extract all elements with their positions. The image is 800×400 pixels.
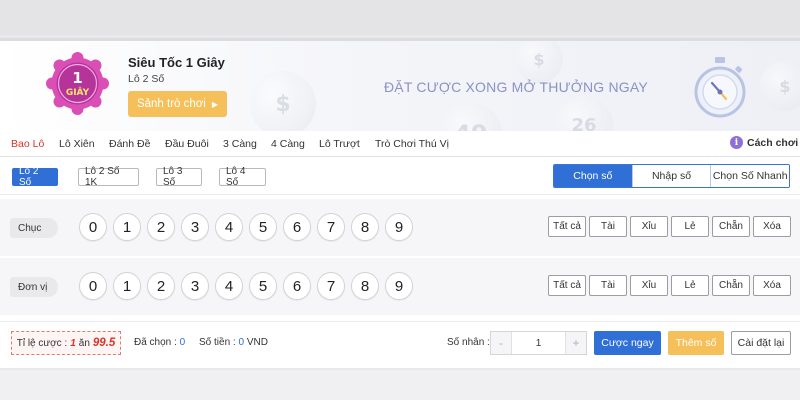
background-ball: 26 xyxy=(555,96,613,131)
top-strip xyxy=(0,0,800,35)
decrement-button[interactable]: - xyxy=(491,332,511,354)
add-number-button[interactable]: Thêm số xyxy=(668,331,724,355)
number-ball[interactable]: 0 xyxy=(79,213,107,241)
mode-chon-so[interactable]: Chọn số xyxy=(554,165,632,187)
number-row-units: Đơn vị 0 1 2 3 4 5 6 7 8 9 Tất cả Tài Xỉ… xyxy=(0,258,800,315)
number-ball[interactable]: 1 xyxy=(113,213,141,241)
tab-bao-lo[interactable]: Bao Lô xyxy=(11,138,44,150)
clear-button[interactable]: Xóa xyxy=(753,275,791,296)
number-ball[interactable]: 4 xyxy=(215,213,243,241)
number-ball[interactable]: 2 xyxy=(147,213,175,241)
bottom-strip xyxy=(0,370,800,400)
info-icon: i xyxy=(730,136,743,149)
select-small-button[interactable]: Xỉu xyxy=(630,275,668,296)
game-subtitle: Lô 2 Số xyxy=(128,73,165,85)
tab-dau-duoi[interactable]: Đầu Đuôi xyxy=(165,138,209,150)
mode-chon-so-nhanh[interactable]: Chọn Số Nhanh xyxy=(710,165,789,187)
select-small-button[interactable]: Xỉu xyxy=(630,216,668,237)
row-label: Đơn vị xyxy=(10,277,58,297)
number-ball[interactable]: 2 xyxy=(147,272,175,300)
subtab-lo-2-so[interactable]: Lô 2 Số xyxy=(12,166,58,188)
game-banner: $ 49 26 $ $ 1 GIÂY Siêu Tốc 1 Giây Lô 2 … xyxy=(0,41,800,131)
selected-value: 0 xyxy=(179,337,186,348)
number-ball[interactable]: 1 xyxy=(113,272,141,300)
multiplier-stepper: - 1 + xyxy=(490,331,587,355)
stopwatch-icon xyxy=(690,55,750,119)
number-ball[interactable]: 5 xyxy=(249,272,277,300)
odds-label: Tỉ lệ cược : xyxy=(16,337,68,349)
game-type-tabs: Bao Lô Lô Xiên Đánh Đề Đầu Đuôi 3 Càng 4… xyxy=(0,131,800,157)
number-ball[interactable]: 8 xyxy=(351,213,379,241)
number-ball[interactable]: 3 xyxy=(181,272,209,300)
tab-4-cang[interactable]: 4 Càng xyxy=(271,138,305,150)
selected-label: Đã chọn : xyxy=(134,337,177,348)
odds-win-label: ăn xyxy=(78,337,90,349)
tab-tro-choi-thu-vi[interactable]: Trò Chơi Thú Vị xyxy=(375,138,449,150)
bet-amount: Số tiền : 0 VND xyxy=(199,337,268,348)
clear-button[interactable]: Xóa xyxy=(753,216,791,237)
increment-button[interactable]: + xyxy=(566,332,586,354)
select-all-button[interactable]: Tất cả xyxy=(548,275,586,296)
tab-lo-xien[interactable]: Lô Xiên xyxy=(59,138,95,150)
game-title: Siêu Tốc 1 Giây xyxy=(128,55,225,70)
number-ball[interactable]: 7 xyxy=(317,213,345,241)
select-big-button[interactable]: Tài xyxy=(589,275,627,296)
lobby-button[interactable]: Sảnh trò chơi ▶ xyxy=(128,91,227,117)
number-ball[interactable]: 6 xyxy=(283,213,311,241)
number-ball[interactable]: 7 xyxy=(317,272,345,300)
subtab-lo-4-so[interactable]: Lô 4 Số xyxy=(219,166,266,188)
howto-link[interactable]: i Cách chơi xyxy=(730,136,798,149)
background-ball: $ xyxy=(250,71,316,131)
background-ball: 49 xyxy=(440,103,502,131)
number-ball[interactable]: 4 xyxy=(215,272,243,300)
subtab-lo-3-so[interactable]: Lô 3 Số xyxy=(156,166,202,188)
odds-box: Tỉ lệ cược : 1 ăn 99.5 xyxy=(11,331,121,355)
number-row-tens: Chục 0 1 2 3 4 5 6 7 8 9 Tất cả Tài Xỉu … xyxy=(0,199,800,256)
number-ball[interactable]: 6 xyxy=(283,272,311,300)
select-odd-button[interactable]: Lẻ xyxy=(671,275,709,296)
tab-lo-truot[interactable]: Lô Trượt xyxy=(319,138,360,150)
amount-label: Số tiền : xyxy=(199,337,236,348)
tab-danh-de[interactable]: Đánh Đề xyxy=(109,138,150,150)
odds-payout: 99.5 xyxy=(92,337,116,349)
background-ball: $ xyxy=(760,61,800,111)
number-ball[interactable]: 5 xyxy=(249,213,277,241)
bet-footer: Tỉ lệ cược : 1 ăn 99.5 Đã chọn : 0 Số ti… xyxy=(0,321,800,364)
odds-value: 1 xyxy=(70,337,76,349)
select-even-button[interactable]: Chẵn xyxy=(712,275,750,296)
sub-tab-bar: Lô 2 Số Lô 2 Số 1K Lô 3 Số Lô 4 Số Chọn … xyxy=(0,157,800,195)
background-ball: $ xyxy=(515,41,563,83)
slogan: ĐẶT CƯỢC XONG MỞ THƯỞNG NGAY xyxy=(384,79,648,95)
svg-text:GIÂY: GIÂY xyxy=(66,86,90,98)
select-big-button[interactable]: Tài xyxy=(589,216,627,237)
tab-3-cang[interactable]: 3 Càng xyxy=(223,138,257,150)
reset-button[interactable]: Cài đặt lại xyxy=(731,331,791,355)
game-panel: $ 49 26 $ $ 1 GIÂY Siêu Tốc 1 Giây Lô 2 … xyxy=(0,38,800,368)
mode-nhap-so[interactable]: Nhập số xyxy=(631,165,711,187)
play-arrow-icon: ▶ xyxy=(211,99,219,109)
multiplier-input[interactable]: 1 xyxy=(511,332,566,354)
selected-count: Đã chọn : 0 xyxy=(134,337,185,348)
amount-value: 0 xyxy=(238,337,245,348)
subtab-lo-2-so-1k[interactable]: Lô 2 Số 1K xyxy=(78,166,139,188)
number-ball[interactable]: 3 xyxy=(181,213,209,241)
svg-text:1: 1 xyxy=(72,69,82,87)
number-ball[interactable]: 8 xyxy=(351,272,379,300)
amount-unit: VND xyxy=(246,337,268,348)
select-all-button[interactable]: Tất cả xyxy=(548,216,586,237)
bet-now-button[interactable]: Cược ngay xyxy=(594,331,661,355)
select-odd-button[interactable]: Lẻ xyxy=(671,216,709,237)
input-mode-switch: Chọn số Nhập số Chọn Số Nhanh xyxy=(553,164,790,188)
howto-label: Cách chơi xyxy=(747,136,799,149)
number-ball[interactable]: 9 xyxy=(385,272,413,300)
number-ball[interactable]: 9 xyxy=(385,213,413,241)
row-label: Chục xyxy=(10,218,58,238)
lobby-button-label: Sảnh trò chơi xyxy=(136,98,206,110)
multiplier-label: Số nhân : xyxy=(447,337,490,348)
game-logo: 1 GIÂY xyxy=(45,51,110,116)
select-even-button[interactable]: Chẵn xyxy=(712,216,750,237)
number-ball[interactable]: 0 xyxy=(79,272,107,300)
